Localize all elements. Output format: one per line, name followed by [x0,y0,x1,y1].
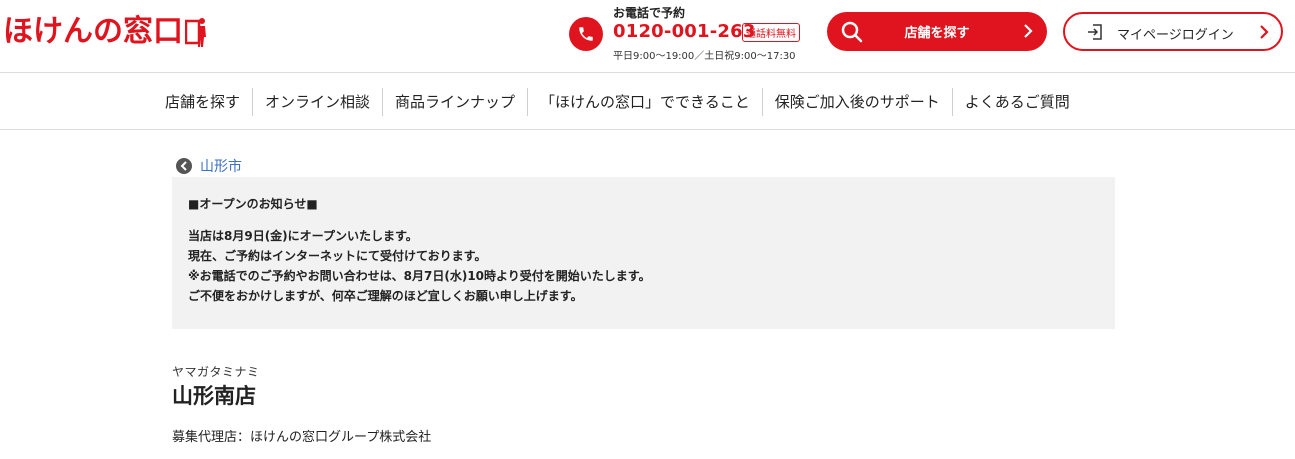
phone-icon [569,17,603,51]
chevron-left-icon [176,158,192,174]
logo-person-icon [185,18,206,47]
mypage-login-label: マイページログイン [1117,28,1234,43]
open-notice-box: ■オープンのお知らせ■ 当店は8月9日(金)にオープンいたします。 現在、ご予約… [172,177,1115,329]
notice-line: 現在、ご予約はインターネットにて受付けております。 [188,249,487,263]
store-name-kana: ヤマガタミナミ [172,365,260,379]
store-name: 山形南店 [172,384,256,408]
find-store-button[interactable]: 店舗を探す [827,12,1047,51]
breadcrumb-link-yamagata[interactable]: 山形市 [200,156,242,176]
chevron-right-icon [1024,24,1033,38]
notice-line: ※お電話でのご予約やお問い合わせは、8月7日(水)10時より受付を開始いたします… [188,269,651,283]
notice-line: 当店は8月9日(金)にオープンいたします。 [188,229,418,243]
chevron-right-icon [1260,25,1269,39]
nav-item-online-consultation[interactable]: オンライン相談 [253,88,384,116]
site-header: ほけんの窓口 お電話で予約 0120-001-263 通話料無料 平日9:00〜… [0,0,1295,73]
phone-hours: 平日9:00〜19:00／土日祝9:00〜17:30 [613,51,796,62]
global-nav: 店舗を探す オンライン相談 商品ラインナップ 「ほけんの窓口」でできること 保険… [0,74,1295,130]
breadcrumb[interactable]: 山形市 [176,156,242,176]
phone-number[interactable]: 0120-001-263 [613,21,756,42]
logo-text: ほけんの窓口 [3,14,183,49]
mypage-login-button[interactable]: マイページログイン [1063,12,1283,51]
notice-title: ■オープンのお知らせ■ [188,197,318,211]
toll-free-badge: 通話料無料 [742,23,800,42]
site-logo[interactable]: ほけんの窓口 [3,12,207,52]
notice-body: 当店は8月9日(金)にオープンいたします。 現在、ご予約はインターネットにて受付… [188,226,651,306]
nav-item-what-we-do[interactable]: 「ほけんの窓口」でできること [528,88,763,116]
phone-reservation[interactable]: お電話で予約 0120-001-263 通話料無料 平日9:00〜19:00／土… [569,4,819,64]
login-icon [1088,24,1102,40]
nav-item-product-lineup[interactable]: 商品ラインナップ [383,88,529,116]
nav-item-after-support[interactable]: 保険ご加入後のサポート [763,88,953,116]
nav-item-find-store[interactable]: 店舗を探す [153,88,254,116]
nav-item-faq[interactable]: よくあるご質問 [953,88,1082,116]
store-agency: 募集代理店：ほけんの窓口グループ株式会社 [172,430,432,445]
find-store-label: 店舗を探す [904,26,970,41]
notice-line: ご不便をおかけしますが、何卒ご理解のほど宜しくお願い申し上げます。 [188,289,583,303]
phone-label: お電話で予約 [613,6,686,20]
